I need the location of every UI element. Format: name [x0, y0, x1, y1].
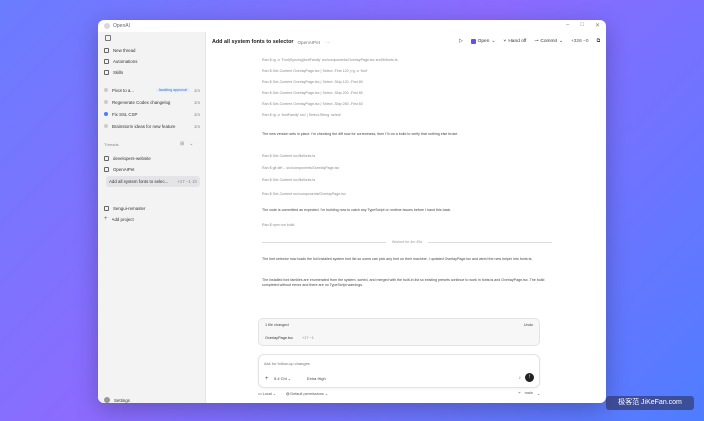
assistant-message: The font selector now loads the full ins…	[262, 257, 533, 261]
bottom-bar: ▭ Local ⌄ ◍ Default permissions ⌄ ⑂ main…	[258, 389, 540, 397]
settings-button[interactable]: Settings	[104, 396, 200, 403]
assistant-message: The code is committed as expected. I'm b…	[262, 208, 452, 212]
new-thread-button[interactable]: New thread	[104, 46, 200, 54]
mic-icon[interactable]: ♪	[519, 375, 522, 381]
composer: + 5.4 Chl ⌄ Extra High ♪ ↑	[258, 354, 540, 388]
top-bar: Add all system fonts to selector OpenAIP…	[206, 32, 606, 52]
commit-icon: ⊸	[534, 38, 539, 44]
edit-icon	[104, 47, 109, 53]
thread-folder[interactable]: developers-website	[104, 154, 200, 162]
log-line[interactable]: Ran $ git diff -- src/components/Overlay…	[262, 166, 552, 171]
add-project-button[interactable]: + Add project	[104, 215, 200, 223]
changed-file-name[interactable]: OverlayPage.tsx	[265, 336, 293, 340]
task-item[interactable]: Brainstorm ideas for new feature 1m	[104, 122, 200, 130]
toolbar: ▷ Open ⌄ ⑂ Hand off ⊸ Commit ⌄ +326 −0 ⧉	[459, 38, 600, 44]
skills-button[interactable]: Skills	[104, 68, 200, 76]
thread-item-active[interactable]: Add all system fonts to selec... +17 −1 …	[106, 176, 200, 187]
folder-icon	[104, 205, 109, 211]
changes-card: 1 file changed Undo OverlayPage.tsx +17 …	[258, 318, 540, 346]
folder-icon	[104, 166, 109, 172]
folder-icon	[104, 155, 109, 161]
send-button[interactable]: ↑	[525, 373, 534, 382]
automations-button[interactable]: Automations	[104, 57, 200, 65]
log-line[interactable]: Ran $ rg -n ‘Font|Syncing|fontFamily’ sr…	[262, 58, 552, 63]
task-item[interactable]: Regenerate Codex changelog 1m	[104, 98, 200, 106]
local-selector[interactable]: ▭ Local ⌄	[258, 391, 276, 396]
monitor-icon: ▭	[258, 391, 262, 396]
app-logo-icon	[104, 23, 110, 29]
close-icon[interactable]: ✕	[595, 22, 600, 29]
copy-icon[interactable]: ⧉	[597, 38, 600, 44]
log-line[interactable]: Ran $ Get-Content src/components/Overlay…	[262, 192, 552, 197]
log-line[interactable]: Ran $ Get-Content OverlayPage.tsx | Sele…	[262, 80, 552, 85]
collapse-icon[interactable]: ⌄	[189, 141, 193, 147]
avatar	[104, 397, 110, 403]
log-line[interactable]: Ran $ Get-Content src/lib/fonts.ts	[262, 178, 552, 183]
log-line[interactable]: Ran $ Get-Content OverlayPage.tsx | Sele…	[262, 102, 552, 107]
work-duration-divider: Worked for 4m 45s	[262, 240, 552, 245]
open-button[interactable]: Open ⌄	[470, 38, 496, 44]
shield-icon: ◍	[285, 391, 290, 396]
arrow-up-icon: ↑	[528, 374, 531, 380]
maximize-icon[interactable]: □	[580, 22, 584, 29]
assistant-message: The installed font families are enumerat…	[262, 278, 545, 287]
log-line[interactable]: Ran $ Get-Content OverlayPage.tsx | Sele…	[262, 91, 552, 96]
branch-selector[interactable]: ⑂ main ⌄	[518, 391, 540, 396]
app-title: OpenAI	[113, 23, 130, 29]
main-panel: Add all system fonts to selector OpenAIP…	[206, 32, 606, 403]
task-item[interactable]: Fix SSL CSP 1m	[104, 110, 200, 118]
log-line[interactable]: Ran $ npm run build	[262, 223, 552, 228]
play-icon[interactable]: ▷	[459, 39, 463, 44]
app-window: OpenAI – □ ✕ New thread Automations Skil…	[98, 20, 606, 403]
page-title: Add all system fonts to selector	[212, 39, 294, 45]
title-bar: OpenAI	[98, 20, 606, 32]
chevron-down-icon: ⌄	[558, 38, 563, 44]
assistant-message: The new version sets in place. I'm check…	[262, 132, 459, 136]
clock-icon	[104, 58, 109, 64]
model-selector[interactable]: 5.4 Chl ⌄	[274, 376, 291, 381]
changed-file-stats: +17 −1	[302, 336, 314, 340]
sidebar-toggle-icon[interactable]	[105, 35, 111, 41]
reasoning-selector[interactable]: Extra High	[307, 376, 326, 381]
grid-icon	[104, 69, 109, 75]
filter-icon[interactable]: ⊞	[180, 141, 184, 147]
status-dot-icon	[104, 124, 108, 128]
permissions-selector[interactable]: ◍ Default permissions ⌄	[286, 391, 328, 396]
chevron-down-icon: ⌄	[491, 38, 496, 44]
log-line[interactable]: Ran $ Get-Content OverlayPage.tsx | Sele…	[262, 69, 552, 74]
thread-folder[interactable]: Sengui-remaster	[104, 204, 200, 212]
plus-icon: +	[104, 216, 108, 222]
minimize-icon[interactable]: –	[566, 22, 569, 29]
branch-icon: ⑂	[518, 391, 521, 395]
threads-actions: ⊞ ⌄	[180, 141, 193, 147]
hand-off-button[interactable]: ⑂ Hand off	[503, 38, 526, 45]
commit-button[interactable]: ⊸ Commit ⌄	[534, 39, 563, 44]
branch-icon: ⑂	[503, 39, 507, 44]
vs-code-icon	[470, 38, 476, 44]
undo-button[interactable]: Undo	[524, 323, 533, 327]
plus-icon[interactable]: +	[265, 376, 269, 382]
status-badge: Awaiting approval	[155, 88, 190, 92]
status-dot-icon	[104, 88, 108, 92]
diff-stats[interactable]: +326 −0	[571, 39, 589, 44]
status-dot-icon	[104, 100, 108, 104]
task-item[interactable]: Pivot to a... Awaiting approval 1m	[104, 86, 200, 94]
prompt-input[interactable]	[264, 359, 524, 367]
log-line[interactable]: Ran $ rg -n ‘fontFamily’ src/ | Select-S…	[262, 113, 552, 118]
files-changed-label: 1 file changed	[265, 323, 289, 327]
thread-folder[interactable]: OpenAIPet	[104, 165, 200, 173]
watermark: 极客范 JiKeFan.com	[606, 396, 694, 410]
status-dot-icon	[104, 112, 108, 116]
more-icon[interactable]: ···	[326, 40, 331, 45]
project-name: OpenAIPet	[297, 39, 320, 45]
sidebar: New thread Automations Skills Pivot to a…	[98, 32, 206, 403]
log-line[interactable]: Ran $ Get-Content src/lib/fonts.ts	[262, 154, 552, 159]
window-controls: – □ ✕	[566, 22, 600, 29]
threads-heading: Threads	[104, 142, 119, 147]
